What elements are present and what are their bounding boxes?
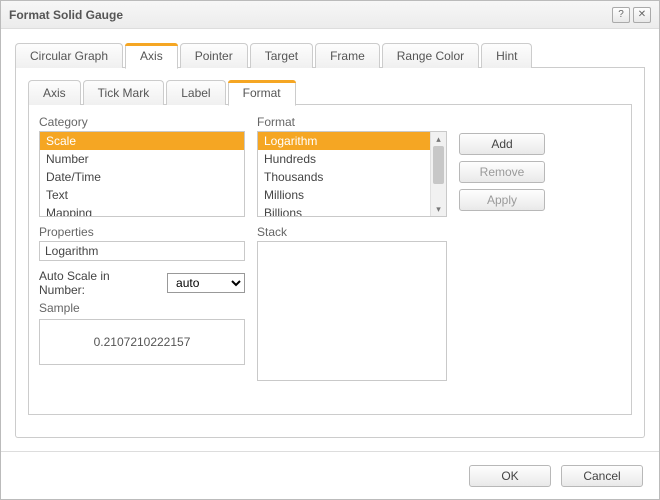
list-item[interactable]: Billions xyxy=(258,204,430,216)
format-panel: Category Scale Number Date/Time Text Map… xyxy=(28,105,632,415)
tab-label: Label xyxy=(181,86,210,100)
list-item[interactable]: Scale xyxy=(40,132,244,150)
dialog-title: Format Solid Gauge xyxy=(9,8,609,22)
scroll-thumb[interactable] xyxy=(433,146,444,184)
format-listbox[interactable]: Logarithm Hundreds Thousands Millions Bi… xyxy=(257,131,447,217)
tab-target[interactable]: Target xyxy=(250,43,313,68)
tab-pointer[interactable]: Pointer xyxy=(180,43,248,68)
tab-label: Axis xyxy=(43,86,66,100)
main-panel: Axis Tick Mark Label Format Category Sca… xyxy=(15,68,645,438)
list-item[interactable]: Number xyxy=(40,150,244,168)
list-item[interactable]: Text xyxy=(40,186,244,204)
cancel-button[interactable]: Cancel xyxy=(561,465,643,487)
stack-listbox[interactable] xyxy=(257,241,447,381)
list-item[interactable]: Thousands xyxy=(258,168,430,186)
format-label: Format xyxy=(257,115,447,129)
category-listbox[interactable]: Scale Number Date/Time Text Mapping xyxy=(39,131,245,217)
sub-tabs: Axis Tick Mark Label Format xyxy=(28,80,632,105)
subtab-tick-mark[interactable]: Tick Mark xyxy=(83,80,165,105)
list-item[interactable]: Date/Time xyxy=(40,168,244,186)
main-tabs: Circular Graph Axis Pointer Target Frame… xyxy=(15,43,645,68)
auto-scale-select[interactable]: auto xyxy=(167,273,245,293)
scrollbar[interactable]: ▴ ▾ xyxy=(430,132,446,216)
tab-range-color[interactable]: Range Color xyxy=(382,43,479,68)
stack-label: Stack xyxy=(257,225,447,239)
help-icon[interactable]: ? xyxy=(612,7,630,23)
tab-frame[interactable]: Frame xyxy=(315,43,380,68)
subtab-label[interactable]: Label xyxy=(166,80,225,105)
sample-label: Sample xyxy=(39,301,245,315)
remove-button[interactable]: Remove xyxy=(459,161,545,183)
dialog-footer: OK Cancel xyxy=(1,451,659,499)
sample-value: 0.2107210222157 xyxy=(94,335,191,349)
tab-label: Pointer xyxy=(195,49,233,63)
tab-label: Target xyxy=(265,49,298,63)
scroll-up-icon[interactable]: ▴ xyxy=(431,132,446,146)
tab-label: Range Color xyxy=(397,49,464,63)
properties-label: Properties xyxy=(39,225,245,239)
properties-input[interactable] xyxy=(39,241,245,261)
list-item[interactable]: Logarithm xyxy=(258,132,430,150)
tab-label: Tick Mark xyxy=(98,86,150,100)
tab-axis[interactable]: Axis xyxy=(125,43,178,69)
tab-label: Hint xyxy=(496,49,517,63)
list-item[interactable]: Millions xyxy=(258,186,430,204)
dialog-body: Circular Graph Axis Pointer Target Frame… xyxy=(1,29,659,451)
category-label: Category xyxy=(39,115,245,129)
apply-button[interactable]: Apply xyxy=(459,189,545,211)
add-button[interactable]: Add xyxy=(459,133,545,155)
tab-label: Frame xyxy=(330,49,365,63)
tab-circular-graph[interactable]: Circular Graph xyxy=(15,43,123,68)
sample-box: 0.2107210222157 xyxy=(39,319,245,365)
tab-hint[interactable]: Hint xyxy=(481,43,532,68)
close-icon[interactable]: ✕ xyxy=(633,7,651,23)
list-item[interactable]: Mapping xyxy=(40,204,244,217)
side-buttons: Add Remove Apply xyxy=(459,115,545,381)
format-solid-gauge-dialog: Format Solid Gauge ? ✕ Circular Graph Ax… xyxy=(0,0,660,500)
subtab-axis[interactable]: Axis xyxy=(28,80,81,105)
auto-scale-label: Auto Scale in Number: xyxy=(39,269,159,297)
ok-button[interactable]: OK xyxy=(469,465,551,487)
scroll-down-icon[interactable]: ▾ xyxy=(431,202,446,216)
tab-label: Axis xyxy=(140,49,163,63)
tab-label: Circular Graph xyxy=(30,49,108,63)
tab-label: Format xyxy=(243,86,281,100)
titlebar: Format Solid Gauge ? ✕ xyxy=(1,1,659,29)
list-item[interactable]: Hundreds xyxy=(258,150,430,168)
subtab-format[interactable]: Format xyxy=(228,80,296,106)
